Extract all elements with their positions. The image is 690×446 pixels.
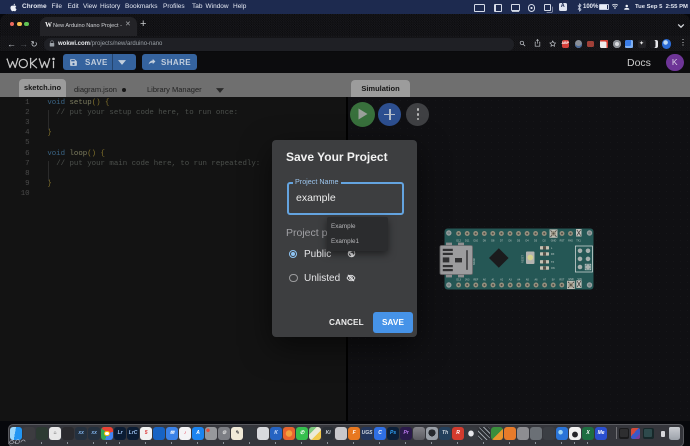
svg-text:RX0: RX0: [568, 240, 573, 243]
svg-text:RX: RX: [551, 253, 555, 256]
svg-text:D13: D13: [456, 278, 461, 281]
svg-text:3V3: 3V3: [465, 278, 470, 281]
svg-text:TX: TX: [551, 261, 554, 264]
svg-text:TX1: TX1: [576, 240, 581, 243]
svg-text:RST: RST: [559, 278, 564, 281]
svg-text:D11: D11: [465, 240, 470, 243]
svg-text:REF: REF: [473, 278, 478, 281]
svg-text:5V: 5V: [552, 278, 555, 281]
svg-text:VIN: VIN: [578, 278, 582, 281]
svg-text:D10: D10: [473, 240, 478, 243]
svg-text:D12: D12: [456, 240, 461, 243]
svg-text:GND: GND: [551, 240, 557, 243]
svg-text:ON: ON: [551, 267, 555, 270]
svg-text:RST: RST: [560, 240, 565, 243]
svg-text:30102: 30102: [473, 258, 476, 265]
svg-text:RESET: RESET: [522, 254, 525, 263]
svg-text:GND: GND: [568, 278, 574, 281]
